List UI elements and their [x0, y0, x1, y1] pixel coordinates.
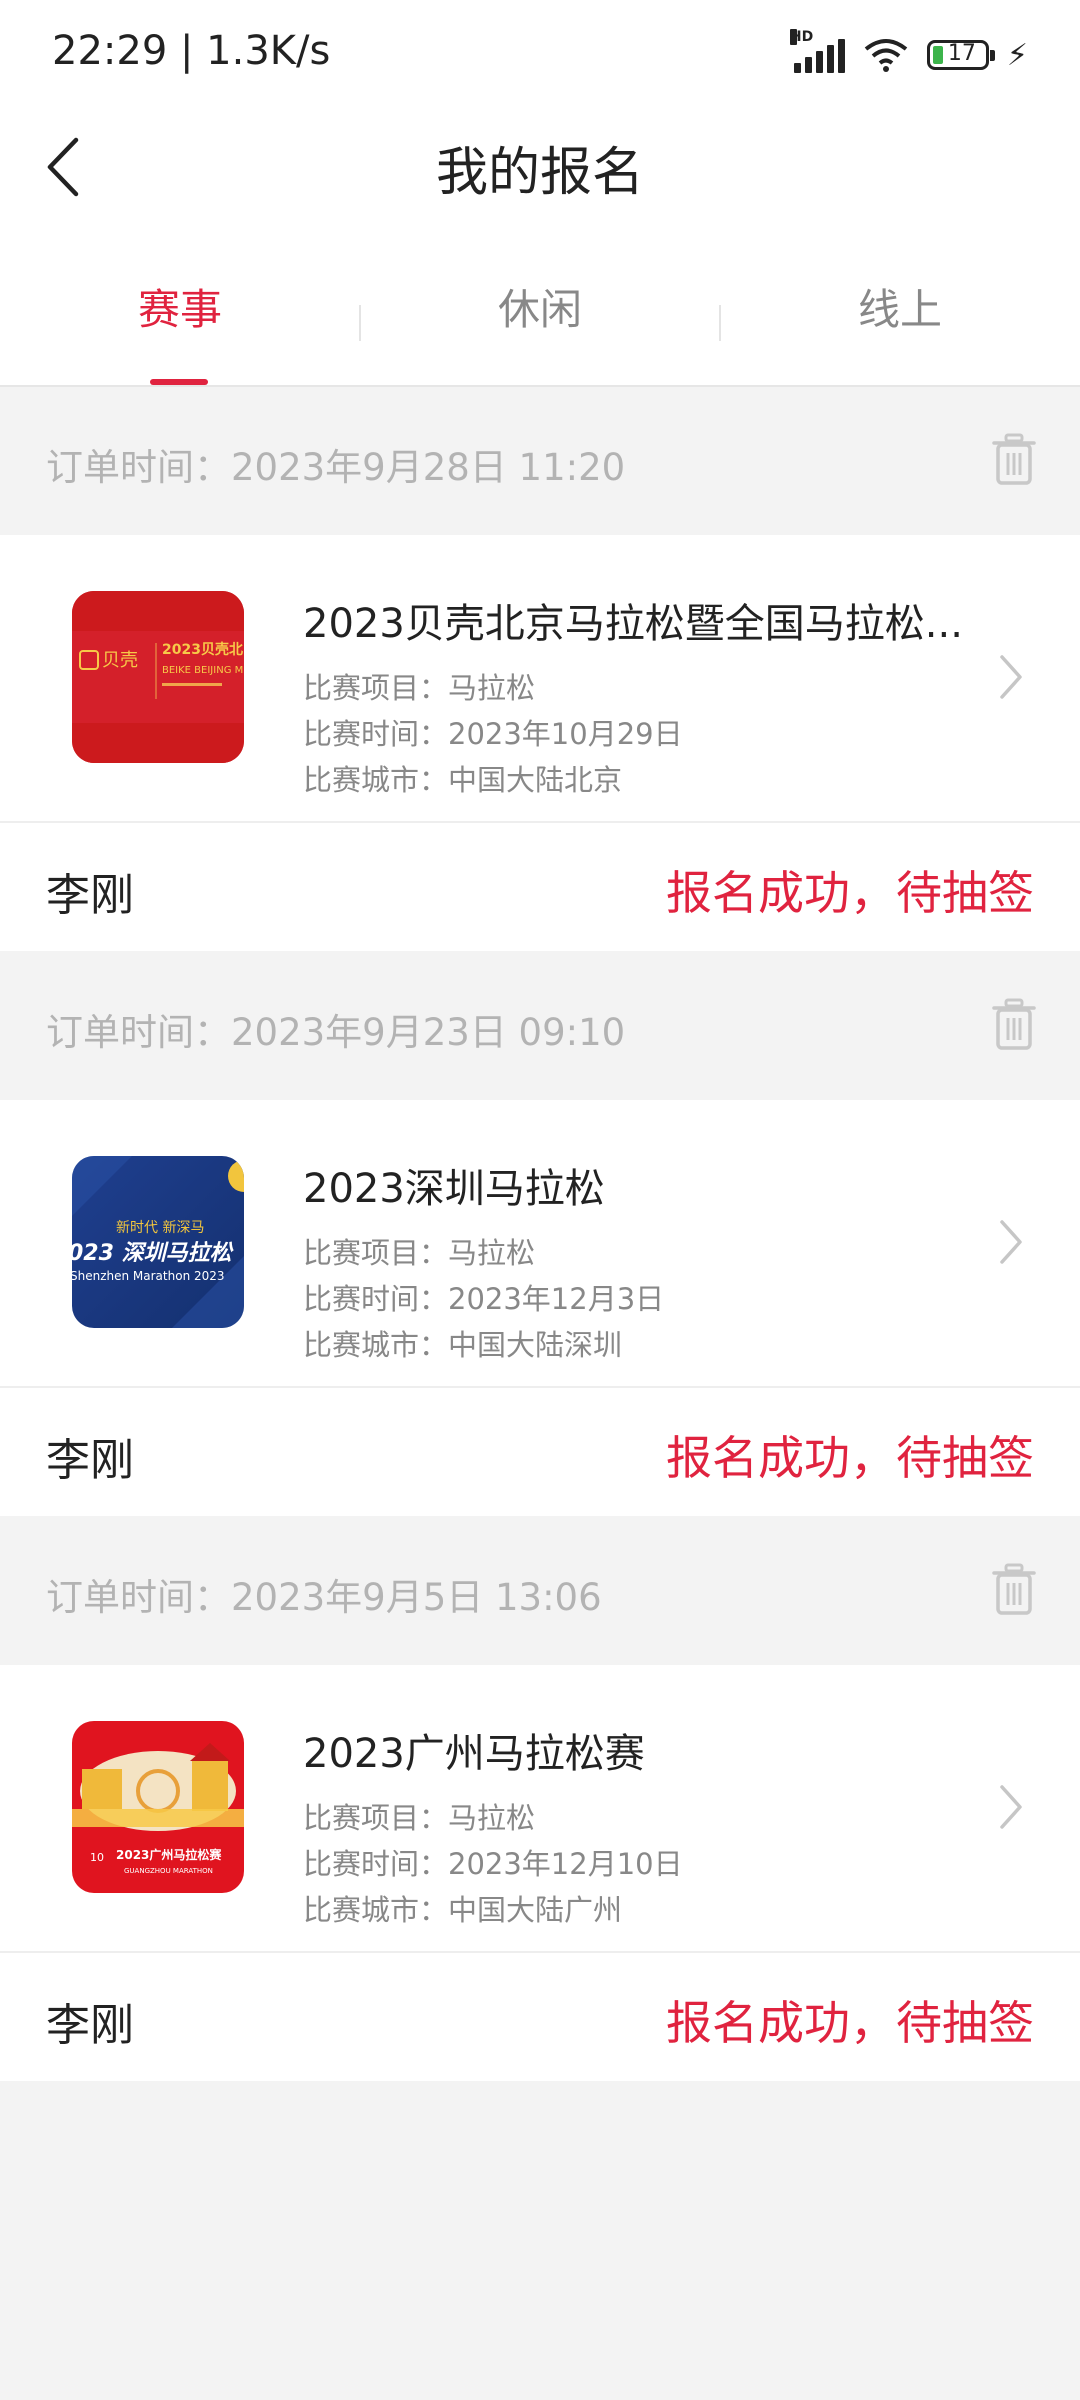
race-date: 比赛时间：2023年12月3日 — [303, 1282, 665, 1316]
beike-logo-image: 贝壳 2023贝壳北 BEIKE BEIJING M — [72, 591, 244, 763]
race-name: 2023深圳马拉松 — [303, 1166, 605, 1212]
tab-label: 休闲 — [497, 285, 582, 334]
status-icons: HD 17 ⚡ — [789, 29, 1028, 80]
tab-events[interactable]: 赛事 — [0, 235, 360, 385]
registration-status: 报名成功，待抽签 — [666, 1431, 1034, 1485]
charging-icon: ⚡ — [1006, 37, 1028, 73]
order-header: 订单时间：2023年9月23日 09:10 — [0, 952, 1080, 1100]
race-event: 比赛项目：马拉松 — [303, 1236, 536, 1270]
race-date: 比赛时间：2023年12月10日 — [303, 1847, 683, 1881]
shenzhen-marathon-image: 新时代 新深马 023 深圳马拉松 Shenzhen Marathon 2023 — [72, 1156, 244, 1328]
thumb-sub: BEIKE BEIJING M — [162, 665, 243, 676]
thumb-title: 023 深圳马拉松 — [72, 1240, 235, 1266]
trash-icon[interactable] — [992, 998, 1036, 1050]
race-thumbnail: 新时代 新深马 023 深圳马拉松 Shenzhen Marathon 2023 — [72, 1156, 244, 1328]
tab-online[interactable]: 线上 — [720, 235, 1080, 385]
hd-label: HD — [789, 29, 814, 45]
tab-label: 赛事 — [137, 285, 222, 334]
order-time: 订单时间：2023年9月23日 09:10 — [46, 1011, 626, 1054]
order-header: 订单时间：2023年9月5日 13:06 — [0, 1517, 1080, 1665]
wifi-icon — [864, 39, 908, 72]
thumb-logo: 10 — [90, 1851, 104, 1864]
race-name: 2023贝壳北京马拉松暨全国马拉松... — [303, 601, 963, 647]
participant-name: 李刚 — [46, 870, 134, 921]
participant-name: 李刚 — [46, 2000, 134, 2051]
participant-row: 李刚 报名成功，待抽签 — [0, 1953, 1080, 2081]
thumb-sub: GUANGZHOU MARATHON — [124, 1867, 213, 1875]
order-item: 订单时间：2023年9月5日 13:06 10 2023广州马拉松赛 GUANG… — [0, 1517, 1080, 2081]
tab-label: 线上 — [857, 285, 942, 334]
participant-name: 李刚 — [46, 1435, 134, 1486]
chevron-right-icon — [1000, 1220, 1022, 1264]
top-bar: 我的报名 — [0, 100, 1080, 235]
order-card: 10 2023广州马拉松赛 GUANGZHOU MARATHON 2023广州马… — [0, 1665, 1080, 2081]
race-event: 比赛项目：马拉松 — [303, 671, 536, 705]
registration-status: 报名成功，待抽签 — [666, 1996, 1034, 2050]
order-item: 订单时间：2023年9月28日 11:20 贝壳 2023贝壳北 BEIKE B… — [0, 387, 1080, 951]
status-time: 22:29 | 1.3K/s — [52, 28, 331, 74]
order-card: 贝壳 2023贝壳北 BEIKE BEIJING M 2023贝壳北京马拉松暨全… — [0, 535, 1080, 951]
category-tabs: 赛事 休闲 线上 — [0, 235, 1080, 387]
participant-row: 李刚 报名成功，待抽签 — [0, 1388, 1080, 1516]
tab-leisure[interactable]: 休闲 — [360, 235, 720, 385]
race-city: 比赛城市：中国大陆广州 — [303, 1893, 623, 1927]
chevron-right-icon — [1000, 655, 1022, 699]
race-city: 比赛城市：中国大陆北京 — [303, 763, 623, 797]
race-row[interactable]: 10 2023广州马拉松赛 GUANGZHOU MARATHON 2023广州马… — [0, 1665, 1080, 1953]
active-tab-indicator — [150, 379, 208, 385]
participant-row: 李刚 报名成功，待抽签 — [0, 823, 1080, 951]
order-time: 订单时间：2023年9月5日 13:06 — [46, 1576, 602, 1619]
race-row[interactable]: 新时代 新深马 023 深圳马拉松 Shenzhen Marathon 2023… — [0, 1100, 1080, 1388]
race-city: 比赛城市：中国大陆深圳 — [303, 1328, 623, 1362]
guangzhou-marathon-image: 10 2023广州马拉松赛 GUANGZHOU MARATHON — [72, 1721, 244, 1893]
registration-status: 报名成功，待抽签 — [666, 866, 1034, 920]
thumb-logo: 贝壳 — [102, 650, 138, 671]
signal-icon: HD — [789, 29, 845, 73]
trash-icon[interactable] — [992, 1563, 1036, 1615]
race-event: 比赛项目：马拉松 — [303, 1801, 536, 1835]
battery-level: 17 — [947, 41, 976, 66]
race-thumbnail: 贝壳 2023贝壳北 BEIKE BEIJING M — [72, 591, 244, 763]
race-thumbnail: 10 2023广州马拉松赛 GUANGZHOU MARATHON — [72, 1721, 244, 1893]
thumb-sub: Shenzhen Marathon 2023 — [72, 1269, 225, 1283]
race-date: 比赛时间：2023年10月29日 — [303, 717, 683, 751]
order-header: 订单时间：2023年9月28日 11:20 — [0, 387, 1080, 535]
race-row[interactable]: 贝壳 2023贝壳北 BEIKE BEIJING M 2023贝壳北京马拉松暨全… — [0, 535, 1080, 823]
order-item: 订单时间：2023年9月23日 09:10 新时代 新深马 023 深圳马拉松 … — [0, 952, 1080, 1516]
thumb-title: 2023贝壳北 — [162, 641, 243, 658]
page-title: 我的报名 — [435, 143, 644, 203]
order-card: 新时代 新深马 023 深圳马拉松 Shenzhen Marathon 2023… — [0, 1100, 1080, 1516]
thumb-title: 2023广州马拉松赛 — [116, 1847, 222, 1862]
race-name: 2023广州马拉松赛 — [303, 1731, 645, 1777]
thumb-logo: 新时代 新深马 — [116, 1220, 204, 1236]
battery-icon: 17 — [926, 40, 995, 70]
trash-icon[interactable] — [992, 433, 1036, 485]
chevron-right-icon — [1000, 1785, 1022, 1829]
order-time: 订单时间：2023年9月28日 11:20 — [46, 446, 626, 489]
status-bar: 22:29 | 1.3K/s HD 17 ⚡ — [0, 0, 1080, 100]
